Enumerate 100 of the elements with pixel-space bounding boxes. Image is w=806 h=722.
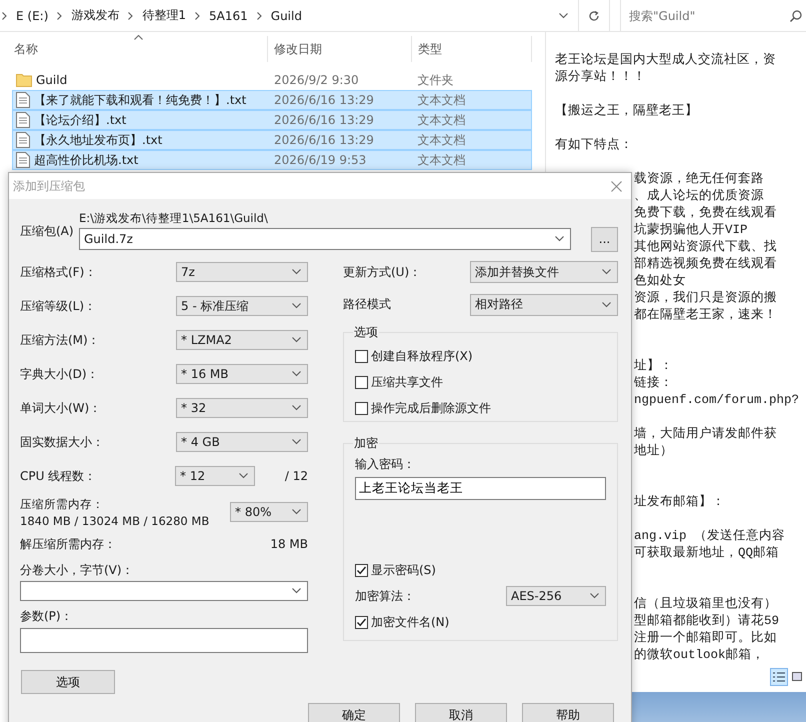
volume-size-dropdown[interactable] (20, 581, 308, 601)
archive-path: E:\游戏发布\待整理1\5A161\Guild\ (79, 210, 269, 226)
dropdown[interactable]: 添加并替换文件 (470, 261, 618, 283)
checkbox[interactable]: 显示密码(S) (355, 557, 607, 583)
field-label: 参数(P)： (20, 608, 74, 625)
parameters-field[interactable] (20, 628, 308, 653)
file-row[interactable]: 超高性价比机场.txt 2026/6/19 9:53 文本文档 (12, 150, 532, 170)
field-label: 路径模式 (343, 296, 392, 313)
preview-text-line: 免费下载，免费在线观看 (634, 206, 777, 220)
chevron-icon (292, 588, 301, 594)
breadcrumb-item[interactable]: E (E:) (16, 8, 48, 22)
options-button[interactable]: 选项 (21, 670, 115, 694)
preview-text-line: ang.vip （发送任意内容 (634, 529, 786, 543)
checkbox[interactable]: 创建自释放程序(X) (355, 343, 607, 369)
file-type: 文本文档 (416, 132, 466, 148)
preview-text-line: 可获取最新地址，QQ邮箱 (634, 546, 780, 560)
dropdown[interactable]: 相对路径 (470, 294, 618, 316)
file-date: 2026/9/2 9:30 (273, 73, 360, 87)
preview-text-line: 都在隔壁老王家，速来！ (634, 308, 777, 322)
details-view-icon[interactable] (770, 668, 788, 686)
dropdown[interactable]: * 32 (176, 398, 308, 418)
preview-text-line: 的微软outlook邮箱， (634, 648, 765, 662)
dropdown[interactable]: AES-256 (506, 586, 606, 606)
field-label: 压缩格式(F)： (20, 264, 98, 280)
dialog-button[interactable]: 确定 (308, 703, 400, 722)
field-label: 字典大小(D)： (20, 366, 100, 382)
refresh-icon (588, 10, 600, 22)
file-name: Guild (36, 73, 68, 87)
chevron-icon (292, 405, 301, 411)
preview-text-line: 址发布邮箱】： (634, 495, 725, 509)
document-icon (16, 132, 30, 148)
dropdown[interactable]: * LZMA2 (176, 330, 308, 350)
folder-icon (16, 73, 32, 87)
field-label: 解压缩所需内存： (20, 536, 117, 552)
preview-text-line: 地址） (634, 444, 673, 458)
window-title: 添加到压缩包 (13, 178, 85, 194)
chevron-right-icon (57, 12, 62, 20)
chevron-right-icon (195, 12, 200, 20)
preview-text-line: 色如处女 (634, 274, 686, 288)
file-type: 文本文档 (416, 92, 466, 108)
browse-button[interactable]: ... (591, 226, 618, 252)
thread-max: / 12 (284, 469, 308, 483)
field-label: 单词大小(W)： (20, 400, 102, 416)
dropdown[interactable]: * 12 (175, 466, 255, 486)
file-row[interactable]: Guild 2026/9/2 9:30 文件夹 (12, 70, 532, 90)
dropdown[interactable]: * 16 MB (176, 364, 308, 384)
preview-text-line: 资源，我们只是资源的搬 (634, 291, 777, 305)
check-icon (356, 564, 367, 576)
chevron-right-icon (128, 12, 134, 20)
breadcrumb-item[interactable]: 5A161 (209, 8, 248, 22)
chevron-icon (558, 12, 568, 18)
dropdown[interactable]: 7z (176, 262, 308, 282)
group-title: 加密 (353, 435, 379, 452)
field-label: 压缩等级(L)： (20, 298, 98, 314)
chevron-icon (602, 302, 611, 308)
field-label: 固实数据大小： (20, 434, 105, 450)
close-icon[interactable] (611, 180, 622, 192)
document-icon (16, 152, 30, 168)
preview-text-line: ngpuenf.com/forum.php? (634, 393, 800, 407)
checkbox[interactable]: 压缩共享文件 (355, 369, 607, 395)
chevron-icon (292, 269, 301, 275)
preview-text-line: 部精选视频免费在线观看 (634, 257, 777, 271)
chevron-icon (602, 269, 611, 275)
preview-text-line: 链接： (634, 376, 673, 390)
preview-text-line: 其他网站资源代下载、找 (634, 240, 777, 254)
search-icon (790, 10, 802, 22)
checkbox[interactable]: 操作完成后删除源文件 (355, 395, 607, 421)
dialog-button[interactable]: 帮助 (522, 703, 614, 722)
file-date: 2026/6/19 9:53 (273, 153, 368, 167)
column-header[interactable]: 修改日期 (268, 36, 412, 62)
dropdown[interactable]: 5 - 标准压缩 (176, 296, 308, 316)
breadcrumb-item[interactable]: 游戏发布 (71, 7, 120, 24)
file-name: 【来了就能下载和观看！纯免费！】.txt (34, 92, 246, 108)
address-bar[interactable]: E (E:) 游戏发布 待整理1 5A161 Guild (0, 0, 548, 31)
preview-text-line: 、成人论坛的优质资源 (634, 189, 764, 203)
file-date: 2026/6/16 13:29 (273, 93, 375, 107)
dropdown[interactable]: * 80% (230, 502, 308, 522)
breadcrumb-item[interactable]: Guild (270, 8, 302, 22)
preview-text-line: 墙，大陆用户请发邮件获 (634, 427, 777, 441)
breadcrumb-item[interactable]: 待整理1 (142, 7, 186, 24)
file-name: 超高性价比机场.txt (34, 152, 138, 168)
chevron-icon (590, 593, 599, 599)
column-header[interactable]: 名称 (12, 36, 268, 62)
file-date: 2026/6/16 13:29 (273, 133, 375, 147)
file-type: 文本文档 (416, 112, 466, 128)
archive-name-field[interactable]: Guild.7z (79, 228, 571, 250)
dialog-button[interactable]: 取消 (415, 703, 507, 722)
file-row[interactable]: 【论坛介绍】.txt 2026/6/16 13:29 文本文档 (12, 110, 532, 130)
password-field[interactable]: 上老王论坛当老王 (355, 477, 606, 500)
chevron-icon (292, 371, 301, 377)
field-label: 分卷大小，字节(V)： (20, 562, 135, 578)
checkbox[interactable]: 加密文件名(N) (355, 609, 607, 635)
chevron-icon (292, 337, 301, 343)
document-icon (16, 112, 30, 128)
field-label: 更新方式(U)： (343, 264, 422, 280)
column-header[interactable]: 类型 (412, 36, 532, 62)
file-row[interactable]: 【永久地址发布页】.txt 2026/6/16 13:29 文本文档 (12, 130, 532, 150)
file-row[interactable]: 【来了就能下载和观看！纯免费！】.txt 2026/6/16 13:29 文本文档 (12, 90, 532, 110)
dropdown[interactable]: * 4 GB (176, 432, 308, 452)
preview-text-line: 老王论坛是国内大型成人交流社区，资 (555, 53, 776, 67)
